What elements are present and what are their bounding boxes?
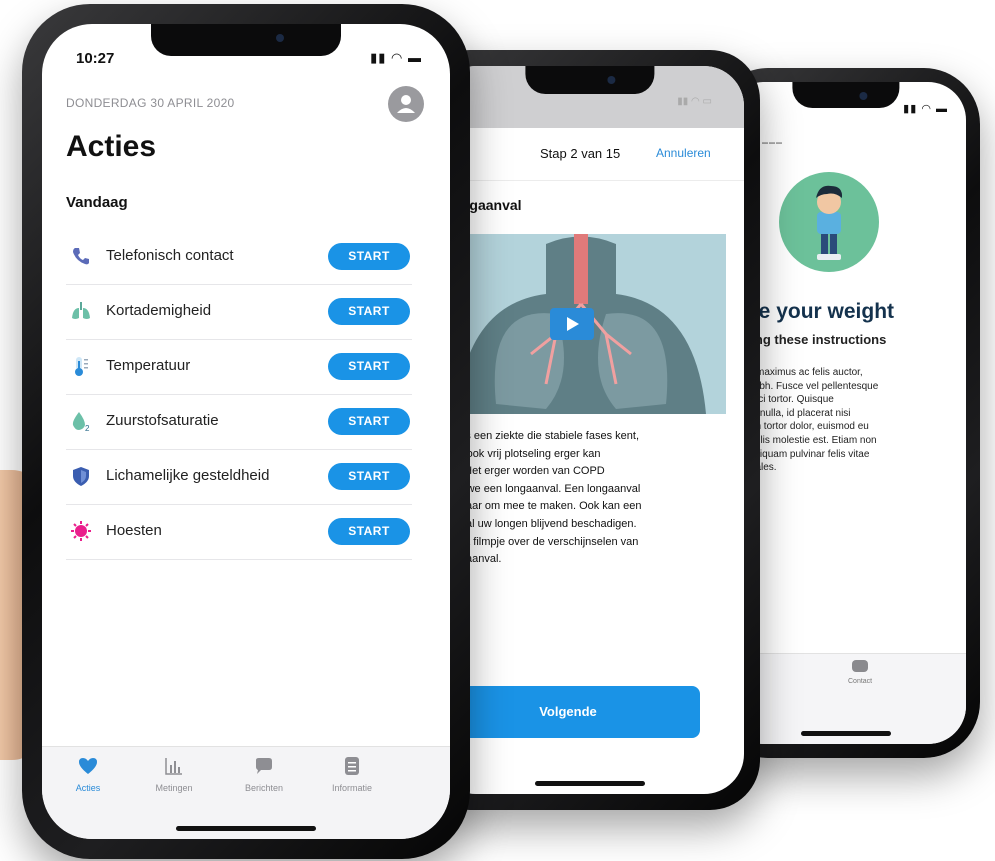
notch (792, 82, 900, 108)
action-label: Hoesten (106, 522, 162, 539)
step-caption: ▬▬▬ (762, 140, 783, 146)
person-on-scale-illustration (779, 172, 879, 272)
phone-icon (73, 248, 89, 265)
start-button[interactable]: START (328, 463, 410, 490)
modal-header: Stap 2 van 15 Annuleren (436, 128, 744, 181)
play-button[interactable] (550, 308, 594, 340)
thermometer-icon (75, 357, 88, 376)
tab-label: Acties (75, 783, 101, 793)
home-indicator (801, 731, 891, 736)
chat-bubble-icon (852, 660, 868, 672)
tab-contact[interactable]: Contact (836, 654, 896, 694)
body-line: ar die ook vrij plotseling erger kan (436, 447, 601, 460)
body-line: heel naar om mee te maken. Ook kan een (436, 500, 642, 513)
body-line: n longaanval. (436, 553, 502, 566)
svg-text:2: 2 (85, 424, 90, 432)
page-title: Acties (66, 130, 157, 163)
body-line: kijk het filmpje over de verschijnselen … (436, 535, 639, 548)
body-line: emen we een longaanval. Een longaanval (436, 482, 641, 495)
home-indicator (535, 781, 645, 786)
tab-label: Contact (848, 678, 873, 685)
cancel-button[interactable]: Annuleren (656, 146, 711, 160)
date-label: DONDERDAG 30 APRIL 2020 (66, 96, 235, 110)
play-icon (567, 317, 579, 331)
next-button[interactable]: Volgende (436, 686, 700, 738)
phone3-screen: ▮▮ ◠ ▬ ▬▬▬ sure your weight llowing thes… (726, 82, 966, 744)
document-icon (312, 755, 392, 779)
action-label: Lichamelijke gesteldheid (106, 467, 270, 484)
list-item[interactable]: Telefonisch contact START (66, 230, 412, 285)
tab-label: Metingen (155, 783, 193, 793)
action-label: Telefonisch contact (106, 247, 234, 264)
chat-bubble-icon (224, 755, 304, 779)
body-line: OPD is een ziekte die stabiele fases ken… (436, 430, 639, 442)
tab-berichten[interactable]: Berichten (224, 755, 304, 793)
lungs-icon (72, 302, 90, 319)
notch (525, 66, 655, 94)
start-button[interactable]: START (328, 408, 410, 435)
bar-chart-icon (134, 755, 214, 779)
action-list: Telefonisch contact START Kortademigheid… (66, 230, 412, 560)
status-icons: ▮▮ ◠ ▬ (903, 103, 948, 115)
explanation-text: OPD is een ziekte die stabiele fases ken… (436, 428, 704, 569)
list-item[interactable]: Hoesten START (66, 505, 412, 560)
action-label: Temperatuur (106, 357, 191, 374)
user-icon (397, 95, 415, 113)
list-item[interactable]: Lichamelijke gesteldheid START (66, 450, 412, 505)
oxygen-drop-icon: 2 (72, 412, 90, 432)
phone2-screen: ▮▮ ◠ ▭ Stap 2 van 15 Annuleren n longaan… (436, 66, 744, 794)
step-indicator: Stap 2 van 15 (540, 146, 621, 161)
tab-metingen[interactable]: Metingen (134, 755, 214, 793)
list-item[interactable]: 2 Zuurstofsaturatie START (66, 395, 412, 450)
body-line: gaanval uw longen blijvend beschadigen. (436, 517, 637, 530)
tab-acties[interactable]: Acties (48, 755, 128, 793)
shield-icon (73, 467, 89, 486)
phone-actions-list: 10:27 ▮▮ ◠ ▬ DONDERDAG 30 APRIL 2020 Act… (22, 4, 470, 859)
phone-education-step: ▮▮ ◠ ▭ Stap 2 van 15 Annuleren n longaan… (420, 50, 760, 810)
virus-icon (71, 521, 91, 541)
notch (151, 24, 341, 56)
heart-icon (48, 755, 128, 779)
status-time: 10:27 (76, 50, 115, 67)
status-icons: ▮▮ ◠ ▭ (677, 96, 712, 107)
tab-informatie[interactable]: Informatie (312, 755, 392, 793)
action-label: Zuurstofsaturatie (106, 412, 219, 429)
tab-label: Berichten (244, 783, 284, 793)
section-heading: Vandaag (66, 194, 128, 211)
list-item[interactable]: Temperatuur START (66, 340, 412, 395)
video-player[interactable] (436, 234, 726, 414)
start-button[interactable]: START (328, 518, 410, 545)
phone1-screen: 10:27 ▮▮ ◠ ▬ DONDERDAG 30 APRIL 2020 Act… (42, 24, 450, 839)
home-indicator (176, 826, 316, 831)
body-line: rden. Het erger worden van COPD (436, 465, 605, 478)
list-item[interactable]: Kortademigheid START (66, 285, 412, 340)
start-button[interactable]: START (328, 243, 410, 270)
tab-label: Informatie (331, 783, 373, 793)
start-button[interactable]: START (328, 298, 410, 325)
action-label: Kortademigheid (106, 302, 212, 319)
profile-avatar-button[interactable] (388, 86, 424, 122)
status-icons: ▮▮ ◠ ▬ (370, 50, 422, 65)
start-button[interactable]: START (328, 353, 410, 380)
